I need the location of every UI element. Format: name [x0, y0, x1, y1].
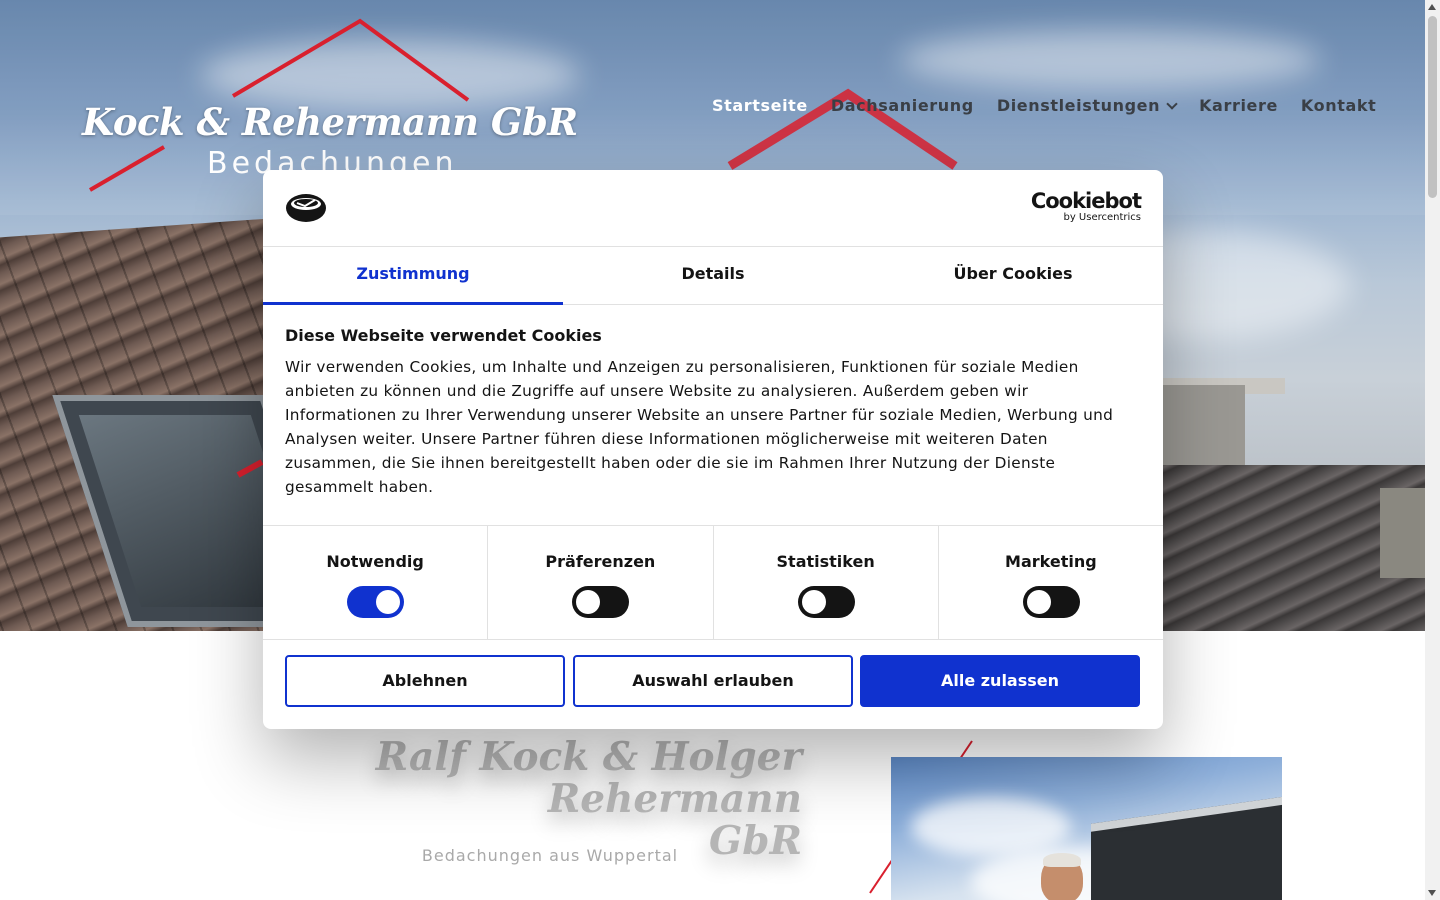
- dialog-heading: Diese Webseite verwendet Cookies: [285, 326, 602, 345]
- necessary-switch[interactable]: [347, 586, 405, 618]
- company-heading: Ralf Kock & Holger Rehermann GbR: [190, 736, 802, 862]
- dialog-description: Wir verwenden Cookies, um Inhalte und An…: [285, 358, 1114, 496]
- main-navigation: Startseite Dachsanierung Dienstleistunge…: [712, 96, 1376, 115]
- allow-all-button[interactable]: Alle zulassen: [860, 655, 1140, 707]
- scroll-thumb[interactable]: [1428, 16, 1437, 198]
- dialog-header: Cookiebot by Usercentrics: [263, 170, 1163, 247]
- toggle-preferences: Präferenzen: [488, 526, 714, 639]
- roof-board-image: [1091, 794, 1282, 900]
- tab-zustimmung[interactable]: Zustimmung: [263, 247, 563, 305]
- toggle-marketing: Marketing: [939, 526, 1163, 639]
- allow-selection-button[interactable]: Auswahl erlauben: [573, 655, 853, 707]
- switch-knob: [1026, 590, 1051, 614]
- nav-item-karriere[interactable]: Karriere: [1199, 96, 1278, 115]
- company-subheading: Bedachungen aus Wuppertal: [421, 846, 679, 865]
- logo-title: Kock & Rehermann GbR: [82, 100, 578, 144]
- page-scrollbar[interactable]: [1425, 0, 1440, 900]
- company-heading-line1: Ralf Kock & Holger Rehermann: [375, 734, 802, 822]
- dialog-body: Diese Webseite verwendet Cookies Wir ver…: [285, 326, 1135, 499]
- chevron-down-icon: [1166, 98, 1178, 110]
- nav-item-kontakt[interactable]: Kontakt: [1301, 96, 1376, 115]
- toggle-label: Präferenzen: [545, 552, 656, 571]
- tab-details[interactable]: Details: [563, 247, 863, 304]
- toggle-label: Marketing: [1005, 552, 1097, 571]
- toggle-statistics: Statistiken: [714, 526, 939, 639]
- roofer-photo: [891, 757, 1282, 900]
- cookie-icon: [286, 194, 326, 222]
- nav-item-label: Dienstleistungen: [996, 96, 1161, 115]
- cookie-consent-dialog: Cookiebot by Usercentrics Zustimmung Det…: [263, 170, 1163, 729]
- nav-item-startseite[interactable]: Startseite: [712, 96, 808, 115]
- toggle-necessary: Notwendig: [263, 526, 489, 639]
- dialog-tabs: Zustimmung Details Über Cookies: [263, 247, 1163, 305]
- cookiebot-logo[interactable]: Cookiebot by Usercentrics: [1030, 189, 1142, 224]
- company-heading-line2: GbR: [709, 818, 802, 864]
- scroll-up-arrow-icon[interactable]: [1428, 4, 1436, 10]
- switch-knob: [376, 590, 401, 614]
- scroll-down-arrow-icon[interactable]: [1428, 890, 1436, 896]
- preferences-switch[interactable]: [572, 586, 630, 618]
- switch-knob: [801, 590, 826, 614]
- cookiebot-brand: Cookiebot: [1030, 189, 1142, 213]
- worker-hair-image: [1043, 853, 1081, 867]
- toggle-label: Statistiken: [776, 552, 875, 571]
- statistics-switch[interactable]: [797, 586, 855, 618]
- marketing-switch[interactable]: [1022, 586, 1080, 618]
- nav-item-dienstleistungen[interactable]: Dienstleistungen: [996, 96, 1178, 115]
- cookiebot-brand-sub: by Usercentrics: [1063, 212, 1141, 223]
- decline-button[interactable]: Ablehnen: [285, 655, 565, 707]
- toggle-label: Notwendig: [326, 552, 424, 571]
- switch-knob: [576, 590, 601, 614]
- nav-item-dachsanierung[interactable]: Dachsanierung: [831, 96, 974, 115]
- tab-ueber-cookies[interactable]: Über Cookies: [863, 247, 1163, 304]
- consent-toggles: Notwendig Präferenzen Statistiken Market…: [263, 525, 1163, 640]
